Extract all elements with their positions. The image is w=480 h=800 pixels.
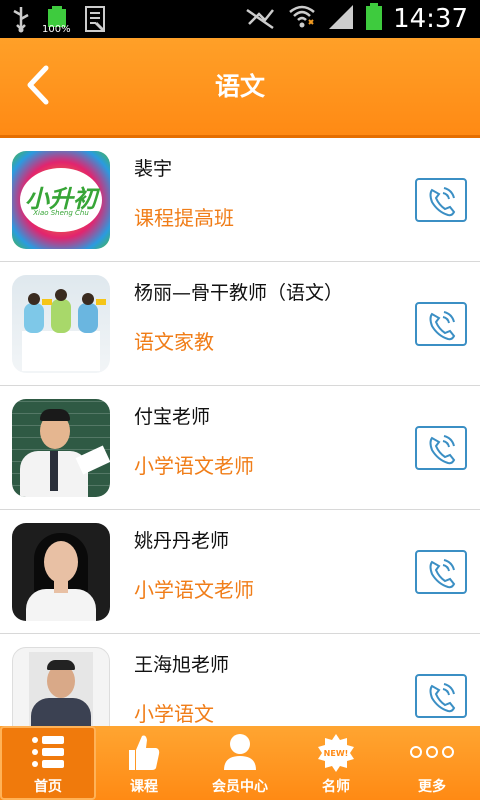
document-icon (84, 5, 108, 37)
thumbs-up-icon (129, 735, 160, 770)
teacher-list: 小升初 Xiao Sheng Chu 裴宇 课程提高班 杨丽—骨干教师（语文） … (0, 138, 480, 726)
logo-subtext: Xiao Sheng Chu (33, 209, 89, 217)
call-button[interactable] (415, 302, 467, 346)
tab-label: 名师 (322, 779, 350, 795)
teacher-name: 付宝老师 (134, 406, 211, 428)
user-icon (224, 734, 256, 770)
course-subtitle: 课程提高班 (134, 206, 234, 230)
teacher-photo (12, 275, 110, 373)
battery-icon (365, 2, 383, 36)
page-title: 语文 (214, 72, 265, 101)
tab-home[interactable]: 首页 (0, 726, 96, 800)
phone-icon (429, 435, 456, 465)
teacher-name: 姚丹丹老师 (134, 530, 230, 552)
new-badge-icon: NEW! (318, 734, 354, 772)
phone-icon (429, 683, 456, 713)
course-logo: 小升初 Xiao Sheng Chu (12, 151, 110, 249)
tab-courses[interactable]: 课程 (96, 726, 192, 800)
tab-label: 会员中心 (212, 779, 268, 795)
course-subtitle: 语文家教 (134, 330, 214, 354)
battery-full-icon: 100% (42, 4, 72, 38)
battery-percent: 100% (42, 24, 71, 35)
phone-icon (429, 559, 456, 589)
teacher-name: 杨丽—骨干教师（语文） (134, 282, 344, 304)
call-button[interactable] (415, 550, 467, 594)
list-item[interactable]: 姚丹丹老师 小学语文老师 (0, 510, 480, 634)
teacher-photo (12, 399, 110, 497)
list-icon (32, 736, 64, 768)
teacher-name: 裴宇 (134, 158, 173, 180)
new-badge-text: NEW! (324, 749, 349, 758)
header-bar: 语文 (0, 38, 480, 138)
clock: 14:37 (393, 4, 468, 34)
call-button[interactable] (415, 178, 467, 222)
phone-icon (429, 187, 456, 217)
tab-famous-teachers[interactable]: NEW! 名师 (288, 726, 384, 800)
usb-icon (10, 5, 32, 37)
list-item[interactable]: 王海旭老师 小学语文 (0, 634, 480, 726)
phone-icon (429, 311, 456, 341)
course-subtitle: 小学语文 (134, 702, 214, 726)
list-item[interactable]: 杨丽—骨干教师（语文） 语文家教 (0, 262, 480, 386)
call-button[interactable] (415, 426, 467, 470)
tab-label: 更多 (418, 779, 446, 795)
teacher-photo (12, 647, 110, 726)
wifi-icon (287, 2, 317, 36)
signal-icon (327, 3, 355, 35)
more-dots-icon (410, 746, 454, 758)
course-subtitle: 小学语文老师 (134, 454, 254, 478)
tab-member-center[interactable]: 会员中心 (192, 726, 288, 800)
teacher-photo (12, 523, 110, 621)
tab-more[interactable]: 更多 (384, 726, 480, 800)
tab-label: 首页 (34, 779, 62, 795)
no-sim-icon (245, 2, 277, 36)
course-subtitle: 小学语文老师 (134, 578, 254, 602)
bottom-tab-bar: 首页 课程 会员中心 NEW! 名师 更多 (0, 726, 480, 800)
list-item[interactable]: 付宝老师 小学语文老师 (0, 386, 480, 510)
tab-label: 课程 (130, 779, 158, 795)
teacher-name: 王海旭老师 (134, 654, 230, 676)
list-item[interactable]: 小升初 Xiao Sheng Chu 裴宇 课程提高班 (0, 138, 480, 262)
call-button[interactable] (415, 674, 467, 718)
status-bar: 100% 14:37 (0, 0, 480, 38)
